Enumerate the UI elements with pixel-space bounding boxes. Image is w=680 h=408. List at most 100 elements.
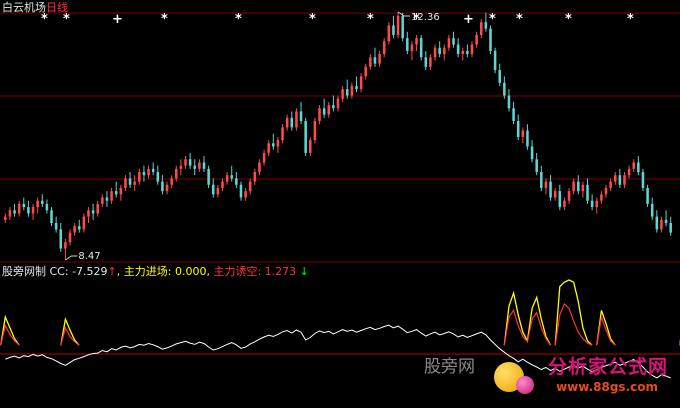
- candle-body: [184, 159, 187, 166]
- candle-body: [359, 76, 363, 90]
- candle-body: [553, 191, 557, 198]
- candle-body: [650, 203, 654, 217]
- candle-body: [299, 111, 303, 122]
- candle-body: [378, 54, 381, 64]
- candle-body: [493, 50, 497, 71]
- candle-body: [147, 168, 150, 176]
- candle-body: [572, 181, 575, 192]
- candle-body: [567, 191, 571, 201]
- candle-body: [637, 162, 640, 173]
- candle-body: [401, 15, 404, 39]
- watermark-logo-icon-2: [516, 376, 534, 394]
- candle-body: [641, 172, 645, 188]
- candle-body: [438, 47, 441, 55]
- candle-body: [230, 175, 233, 179]
- candle-body: [128, 178, 132, 185]
- main-force-label: 主力进场:: [123, 265, 175, 278]
- signal-marker: *: [516, 12, 523, 27]
- low-pointer: [65, 255, 78, 261]
- candle-body: [373, 57, 377, 64]
- cc-value: -7.529: [72, 265, 108, 278]
- candle-body: [221, 181, 224, 188]
- candle-body: [248, 181, 252, 192]
- candle-body: [382, 41, 386, 55]
- candle-body: [161, 181, 164, 192]
- trap-value: 1.273: [264, 265, 297, 278]
- candle-body: [216, 187, 220, 195]
- candle-body: [272, 143, 275, 147]
- low-label: 8.47: [78, 251, 100, 262]
- candle-body: [586, 184, 589, 201]
- candle-body: [68, 232, 72, 243]
- candle-body: [609, 181, 612, 188]
- stock-name: 白云机场: [2, 1, 46, 14]
- stock-chart[interactable]: * * + * * * * * + * * * * 12.368.47: [0, 0, 680, 408]
- main-force-value: 0.000,: [174, 265, 210, 278]
- candle-body: [475, 34, 478, 45]
- candle-body: [479, 22, 483, 35]
- candle-body: [461, 50, 465, 55]
- candle-body: [341, 89, 344, 99]
- watermark-brand: 股旁网: [424, 357, 475, 377]
- candle-body: [526, 130, 529, 147]
- candle-body: [540, 172, 543, 188]
- candle-body: [503, 82, 506, 96]
- candle-body: [253, 172, 257, 182]
- candle-body: [632, 162, 635, 169]
- candle-body: [105, 197, 109, 201]
- candle-body: [4, 216, 7, 220]
- chart-title: 白云机场日线: [2, 1, 68, 14]
- candle-body: [655, 216, 659, 230]
- candle-body: [544, 181, 548, 188]
- candle-body: [664, 219, 668, 224]
- signal-marker: +: [112, 12, 123, 27]
- candle-body: [258, 162, 261, 173]
- candle-body: [50, 210, 53, 224]
- candle-body: [406, 38, 409, 51]
- candle-body: [27, 207, 30, 214]
- candle-body: [281, 127, 284, 141]
- signal-marker: *: [63, 12, 70, 27]
- cc-label: CC:: [49, 265, 73, 278]
- candle-body: [82, 216, 86, 230]
- candle-body: [558, 191, 562, 208]
- candle-body: [91, 210, 95, 214]
- candle-body: [151, 168, 155, 173]
- signal-marker: *: [309, 12, 316, 27]
- candle-body: [73, 226, 76, 233]
- signal-marker: *: [489, 12, 496, 27]
- trap-label: 主力诱空:: [213, 265, 265, 278]
- candle-body: [595, 200, 599, 208]
- candle-body: [211, 184, 215, 195]
- candle-body: [318, 108, 321, 122]
- candle-body: [447, 38, 451, 48]
- candle-body: [41, 200, 44, 204]
- candle-body: [392, 25, 395, 35]
- candle-body: [549, 181, 552, 198]
- candle-body: [31, 207, 35, 214]
- candle-body: [535, 159, 538, 173]
- candle-body: [138, 172, 141, 182]
- candle-body: [290, 117, 294, 128]
- signal-marker: *: [161, 12, 168, 27]
- candle-body: [396, 15, 400, 35]
- candle-body: [646, 187, 649, 204]
- candle-body: [165, 184, 169, 192]
- candle-body: [244, 191, 247, 198]
- candle-body: [304, 121, 307, 153]
- candle-body: [387, 25, 391, 42]
- candle-body: [618, 175, 622, 185]
- candle-body: [276, 140, 280, 147]
- candle-body: [193, 165, 197, 169]
- candle-body: [22, 203, 26, 208]
- candle-body: [114, 191, 118, 195]
- indicator-legend: 股旁网制 CC: -7.529↑, 主力进场: 0.000, 主力诱空: 1.2…: [2, 265, 309, 278]
- period-label: 日线: [46, 1, 68, 14]
- signal-markers: * * + * * * * * + * * * *: [41, 12, 634, 27]
- main-force-spike: [60, 316, 80, 346]
- candle-body: [188, 159, 192, 166]
- candle-body: [198, 162, 201, 169]
- candle-body: [613, 175, 617, 182]
- candle-body: [470, 44, 474, 55]
- candle-body: [512, 108, 515, 122]
